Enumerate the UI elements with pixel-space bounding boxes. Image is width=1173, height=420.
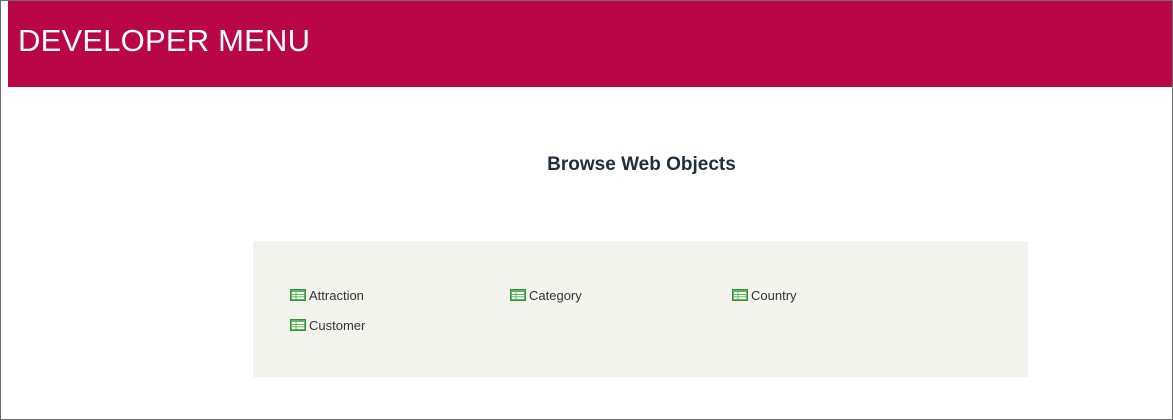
object-link-customer[interactable]: Customer <box>290 316 365 334</box>
table-icon <box>732 289 748 301</box>
object-label: Customer <box>309 317 366 333</box>
table-icon <box>510 289 526 301</box>
object-link-country[interactable]: Country <box>732 286 797 304</box>
object-link-category[interactable]: Category <box>510 286 582 304</box>
object-link-attraction[interactable]: Attraction <box>290 286 364 304</box>
object-label: Country <box>751 287 797 303</box>
header-bar: DEVELOPER MENU <box>8 1 1172 87</box>
page-frame: DEVELOPER MENU Browse Web Objects Attrac… <box>0 0 1173 420</box>
table-icon <box>290 289 306 301</box>
page-title: Browse Web Objects <box>547 154 736 175</box>
object-label: Attraction <box>309 287 364 303</box>
object-label: Category <box>529 287 582 303</box>
table-icon <box>290 319 306 331</box>
web-objects-panel: Attraction Category Country Customer <box>253 241 1028 377</box>
app-title: DEVELOPER MENU <box>18 23 311 58</box>
